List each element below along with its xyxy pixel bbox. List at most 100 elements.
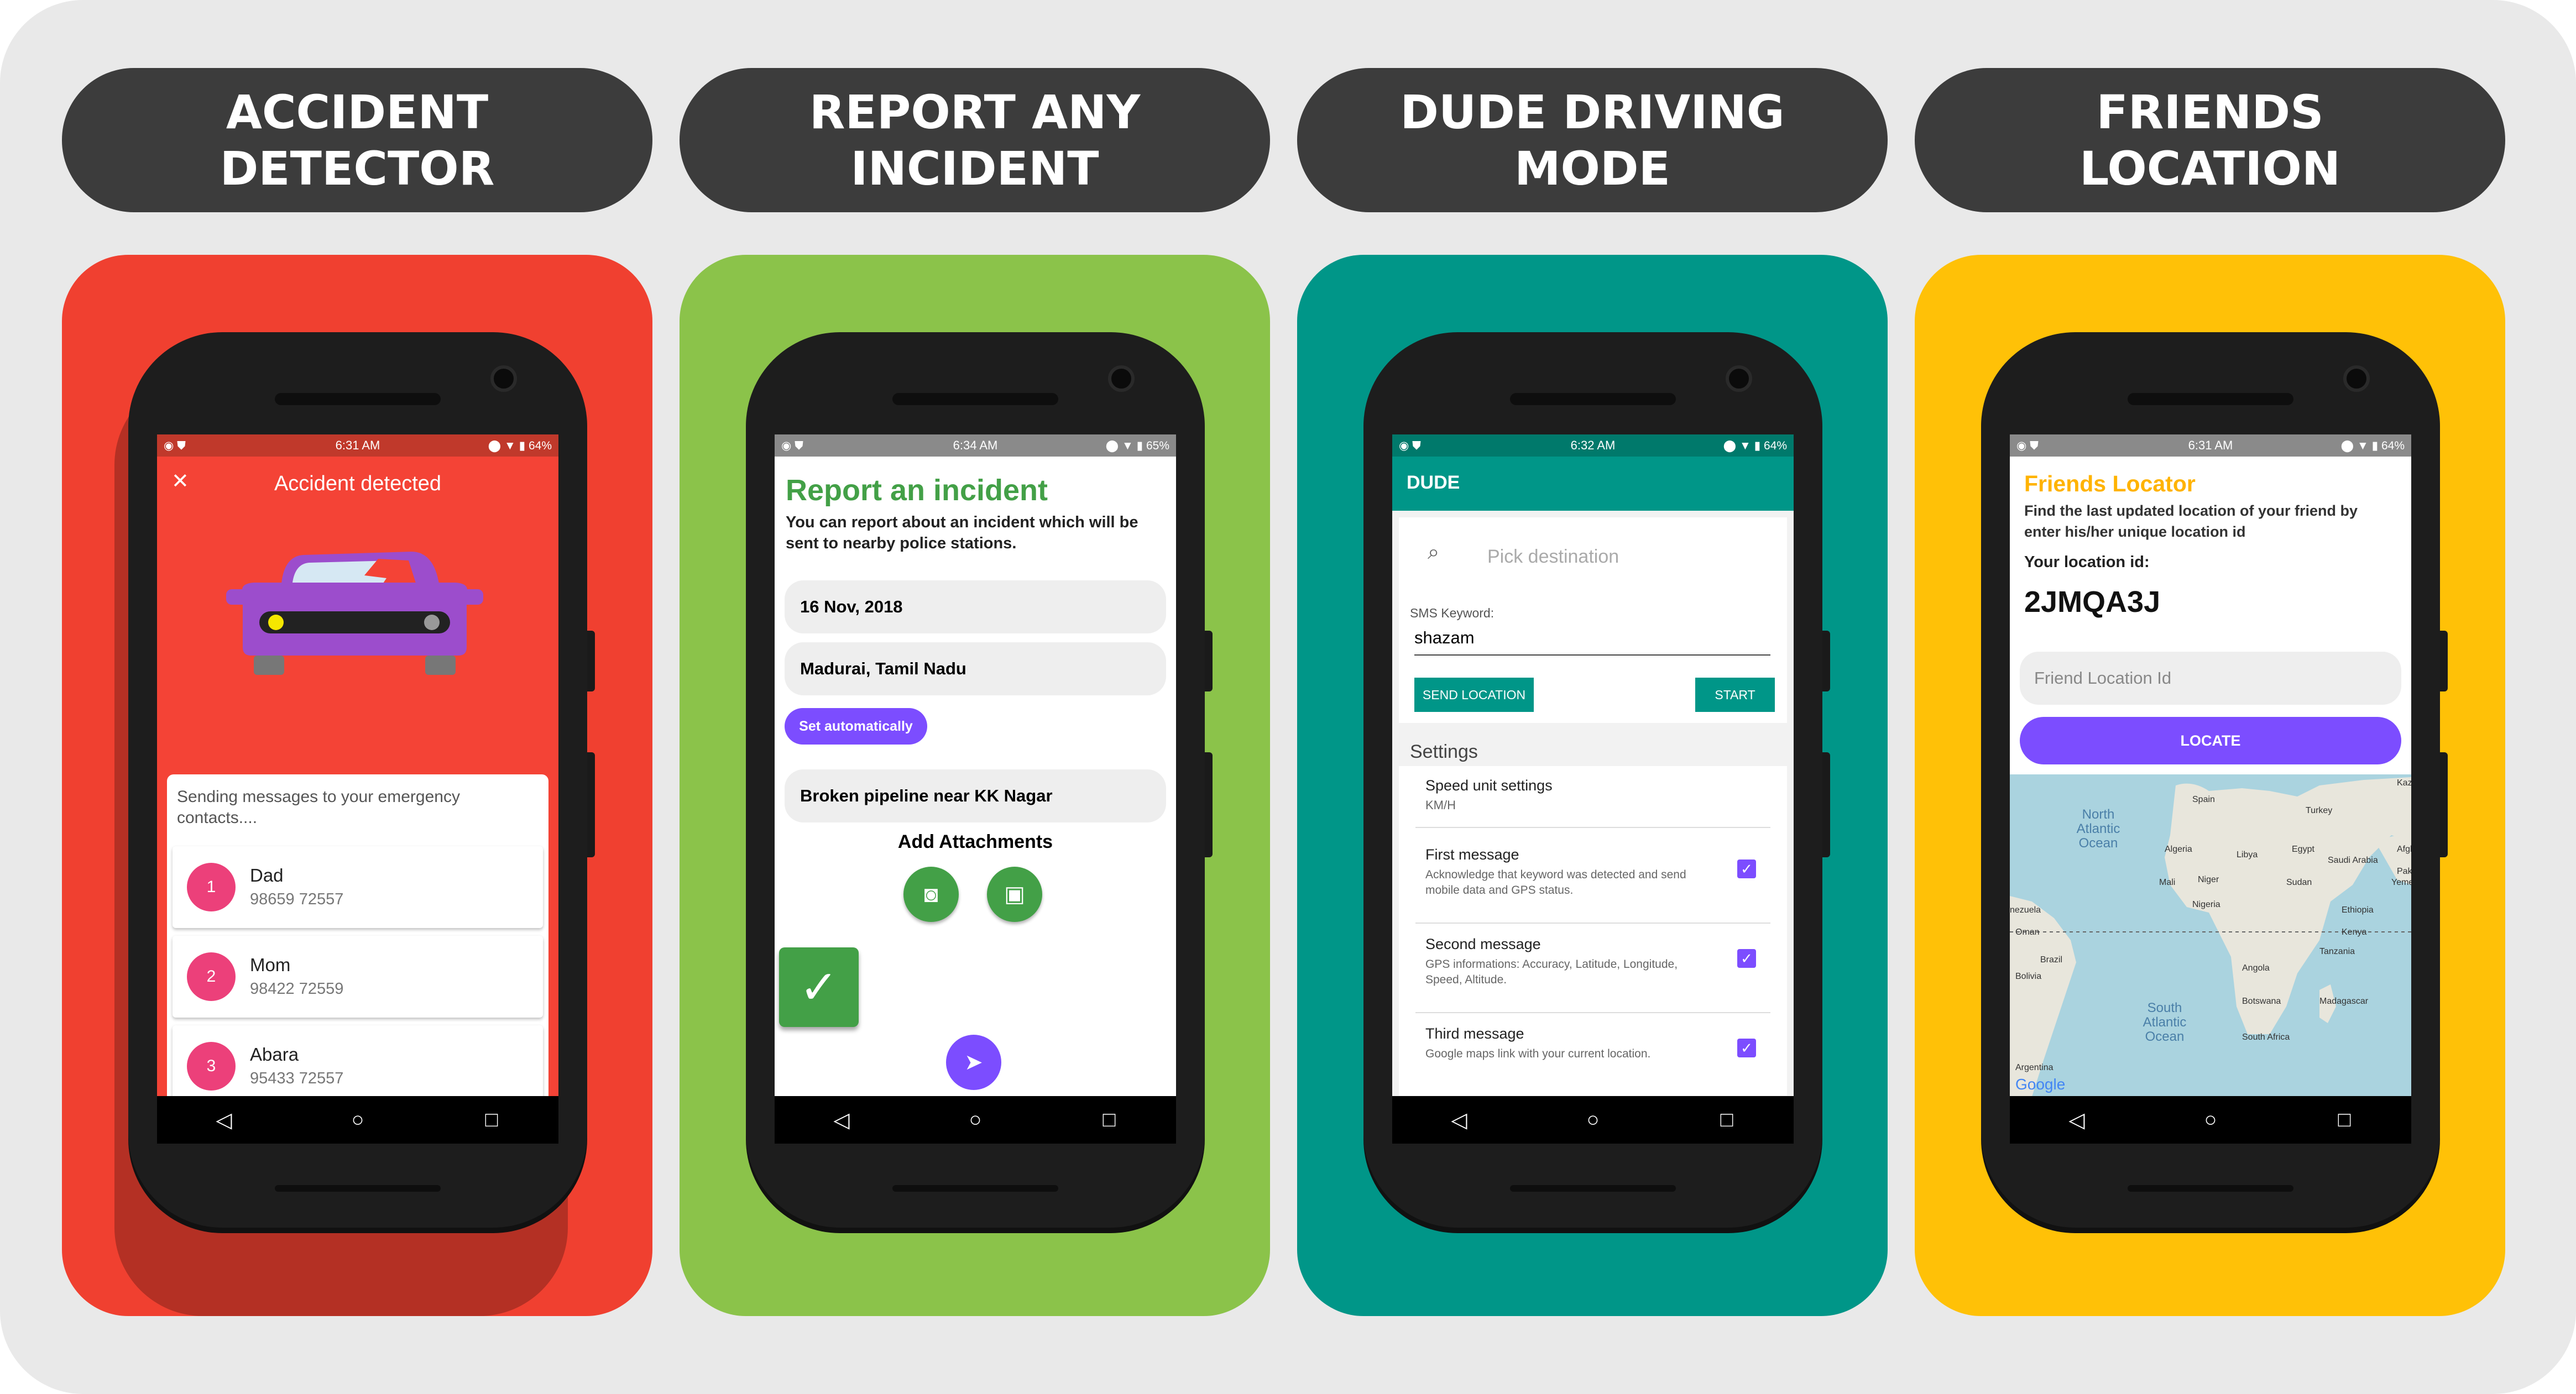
phone-frame: ◉ ⛊ 6:34 AM ⬤ ▼ ▮ 65% Report an incident… [746, 332, 1213, 1228]
recents-icon[interactable]: □ [1710, 1108, 1743, 1132]
map-label: Afghanis [2397, 845, 2411, 854]
back-icon[interactable]: ◁ [1443, 1108, 1476, 1133]
world-map[interactable]: Kazakh Spain Turkey Algeria Libya Egypt Saudi … [2010, 774, 2411, 1097]
map-label: Ocean [2079, 836, 2118, 851]
panel-card: ◉ ⛊ 6:34 AM ⬤ ▼ ▮ 65% Report an incident… [680, 255, 1270, 1316]
map-label: Atlantic [2143, 1015, 2187, 1030]
page-title: Report an incident [786, 474, 1048, 507]
nav-bar: ◁ ○ □ [775, 1096, 1176, 1144]
map-label: nezuela [2010, 905, 2041, 915]
panel-card: ◉ ⛊ 6:32 AM ⬤ ▼ ▮ 64% DUDE ⌕ Pick destin… [1297, 255, 1888, 1316]
search-icon: ⌕ [1428, 541, 1440, 564]
contact-phone: 95433 72557 [250, 1070, 344, 1087]
panel-card: ◉ ⛊ 6:31 AM ⬤ ▼ ▮ 64% Friends Locator Fi… [1915, 255, 2505, 1316]
map-label: Pakistan [2397, 867, 2411, 876]
home-icon[interactable]: ○ [2194, 1108, 2227, 1132]
your-id-label: Your location id: [2024, 553, 2150, 571]
contact-row[interactable]: 2 Mom 98422 72559 [173, 936, 543, 1018]
panel-title: DUDE DRIVING MODE [1297, 68, 1888, 212]
friend-id-input[interactable]: Friend Location Id [2020, 652, 2401, 705]
panel-title: ACCIDENT DETECTOR [62, 68, 652, 212]
recents-icon[interactable]: □ [2328, 1108, 2361, 1132]
status-bar: ◉ ⛊ 6:31 AM ⬤ ▼ ▮ 64% [157, 434, 558, 457]
contact-phone: 98659 72557 [250, 890, 344, 908]
map-label: Niger [2198, 875, 2219, 884]
setting-item[interactable]: First message Acknowledge that keyword wa… [1399, 841, 1787, 924]
contact-row[interactable]: 3 Abara 95433 72557 [173, 1025, 543, 1107]
phone-screen: ◉ ⛊ 6:31 AM ⬤ ▼ ▮ 64% Friends Locator Fi… [2010, 434, 2411, 1144]
home-icon[interactable]: ○ [1576, 1108, 1610, 1132]
map-label: Atlantic [2077, 821, 2120, 836]
checkbox-icon[interactable]: ✓ [1737, 949, 1756, 968]
panel-card: ◉ ⛊ 6:31 AM ⬤ ▼ ▮ 64% ✕ Accident detecte… [62, 255, 652, 1316]
recents-icon[interactable]: □ [475, 1108, 508, 1132]
checkbox-icon[interactable]: ✓ [1737, 1039, 1756, 1057]
map-label: Saudi Arabia [2328, 856, 2378, 865]
app-header: ✕ Accident detected [157, 457, 558, 517]
panel-title: FRIENDS LOCATION [1915, 68, 2505, 212]
locate-button[interactable]: LOCATE [2020, 717, 2401, 764]
send-location-button[interactable]: SEND LOCATION [1414, 678, 1534, 712]
start-button[interactable]: START [1695, 678, 1775, 712]
contact-number-badge: 3 [187, 1042, 236, 1091]
set-automatically-button[interactable]: Set automatically [785, 708, 927, 745]
map-label: South [2147, 1000, 2182, 1015]
back-icon[interactable]: ◁ [207, 1108, 241, 1133]
contact-phone: 98422 72559 [250, 980, 344, 998]
crashed-car-icon [226, 552, 483, 675]
speed-setting-title[interactable]: Speed unit settings [1425, 777, 1553, 794]
home-icon[interactable]: ○ [341, 1108, 374, 1132]
page-title: Friends Locator [2024, 471, 2196, 496]
panel-report-incident: REPORT ANY INCIDENT ◉ ⛊ 6:34 AM ⬤ ▼ ▮ 65… [680, 0, 1270, 1394]
speed-setting-value: KM/H [1425, 798, 1456, 812]
back-icon[interactable]: ◁ [825, 1108, 858, 1133]
phone-screen: ◉ ⛊ 6:32 AM ⬤ ▼ ▮ 64% DUDE ⌕ Pick destin… [1392, 434, 1794, 1144]
map-label: Oman [2015, 927, 2040, 937]
description-field[interactable]: Broken pipeline near KK Nagar [785, 769, 1166, 822]
destination-card: ⌕ Pick destination SMS Keyword: shazam S… [1399, 517, 1787, 723]
map-label: Libya [2237, 850, 2258, 860]
contact-name: Mom [250, 955, 291, 975]
map-label: Ocean [2145, 1029, 2185, 1044]
contact-number-badge: 1 [187, 863, 236, 911]
setting-description: Acknowledge that keyword was detected an… [1425, 868, 1686, 897]
keyword-label: SMS Keyword: [1410, 606, 1495, 620]
send-icon[interactable]: ➤ [946, 1035, 1001, 1090]
location-field[interactable]: Madurai, Tamil Nadu [785, 642, 1166, 695]
map-label: Mali [2159, 878, 2175, 887]
home-icon[interactable]: ○ [959, 1108, 992, 1132]
map-label: North [2082, 807, 2115, 822]
panel-dude-driving: DUDE DRIVING MODE ◉ ⛊ 6:32 AM ⬤ ▼ ▮ 64% … [1297, 0, 1888, 1394]
setting-description: GPS informations: Accuracy, Latitude, Lo… [1425, 958, 1678, 986]
status-bar: ◉ ⛊ 6:34 AM ⬤ ▼ ▮ 65% [775, 434, 1176, 457]
nav-bar: ◁ ○ □ [1392, 1096, 1794, 1144]
map-label: Yemen [2391, 878, 2411, 887]
map-label: Tanzania [2319, 947, 2355, 956]
header-title: Accident detected [274, 472, 442, 495]
date-field[interactable]: 16 Nov, 2018 [785, 580, 1166, 633]
setting-item[interactable]: Third message Google maps link with your … [1399, 1020, 1787, 1103]
sending-info: Sending messages to your emergency conta… [177, 788, 460, 827]
contacts-card: Sending messages to your emergency conta… [167, 774, 548, 1128]
back-icon[interactable]: ◁ [2060, 1108, 2093, 1133]
contact-row[interactable]: 1 Dad 98659 72557 [173, 846, 543, 928]
map-label: Argentina [2015, 1063, 2054, 1072]
camera-icon[interactable]: ◙ [903, 867, 959, 922]
submit-check-icon[interactable]: ✓ [779, 947, 859, 1027]
map-label: Kenya [2342, 927, 2366, 937]
setting-title: First message [1425, 846, 1519, 863]
checkbox-icon[interactable]: ✓ [1737, 860, 1756, 878]
gallery-icon[interactable]: ▣ [987, 867, 1042, 922]
destination-input[interactable]: Pick destination [1487, 546, 1619, 568]
keyword-input[interactable]: shazam [1414, 628, 1770, 656]
recents-icon[interactable]: □ [1093, 1108, 1126, 1132]
map-label: Ethiopia [2342, 905, 2374, 915]
map-label: Algeria [2165, 845, 2192, 854]
setting-item[interactable]: Second message GPS informations: Accuracy… [1399, 930, 1787, 1013]
panel-friends-location: FRIENDS LOCATION ◉ ⛊ 6:31 AM ⬤ ▼ ▮ 64% F… [1915, 0, 2505, 1394]
your-location-id: 2JMQA3J [2024, 585, 2161, 619]
setting-description: Google maps link with your current locat… [1425, 1047, 1651, 1060]
panel-accident-detector: ACCIDENT DETECTOR ◉ ⛊ 6:31 AM ⬤ ▼ ▮ 64% … [62, 0, 652, 1394]
page-subtitle: Find the last updated location of your f… [2024, 502, 2358, 540]
contact-name: Dad [250, 865, 284, 885]
